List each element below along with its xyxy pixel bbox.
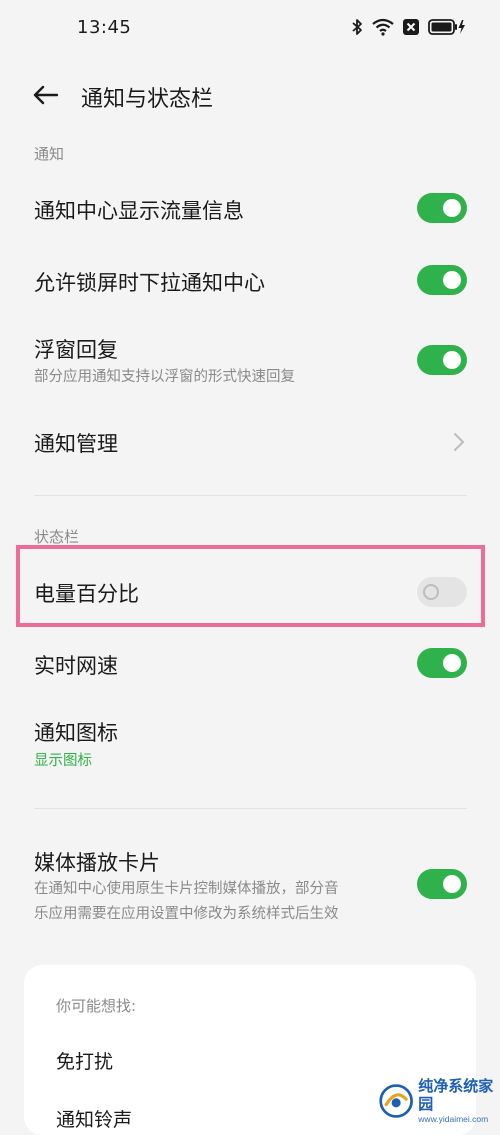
toggle-switch-on[interactable] xyxy=(417,648,467,678)
toggle-knob xyxy=(443,199,461,217)
toggle-knob xyxy=(443,351,461,369)
section-divider xyxy=(34,495,467,496)
suggestions-title: 你可能想找: xyxy=(56,997,137,1015)
no-sim-icon xyxy=(403,19,419,35)
setting-row-lockscreen-pulldown[interactable]: 允许锁屏时下拉通知中心 xyxy=(0,257,500,305)
setting-title: 允许锁屏时下拉通知中心 xyxy=(34,271,265,295)
setting-subtitle-line2: 乐应用需要在应用设置中修改为系统样式后生效 xyxy=(34,906,339,922)
watermark-url: www.yidaimei.com xyxy=(418,1114,489,1124)
battery-charging-icon xyxy=(428,19,466,35)
watermark-text: 纯净系统家园 www.yidaimei.com xyxy=(418,1078,500,1124)
highlight-annotation-box xyxy=(16,545,485,627)
suggestion-item-notification-ringtone[interactable]: 通知铃声 xyxy=(56,1105,132,1132)
setting-row-realtime-speed[interactable]: 实时网速 xyxy=(0,640,500,688)
setting-title: 浮窗回复 xyxy=(34,338,118,362)
watermark-name: 纯净系统家园 xyxy=(418,1078,494,1113)
toggle-switch-on[interactable] xyxy=(417,193,467,223)
setting-title: 媒体播放卡片 xyxy=(34,851,160,875)
watermark: 纯净系统家园 www.yidaimei.com xyxy=(378,1078,500,1124)
toggle-switch-on[interactable] xyxy=(417,265,467,295)
setting-row-traffic-info[interactable]: 通知中心显示流量信息 xyxy=(0,185,500,233)
status-icons xyxy=(352,18,466,36)
setting-title: 通知图标 xyxy=(34,721,118,745)
status-time: 13:45 xyxy=(77,17,132,38)
status-bar: 13:45 xyxy=(0,0,500,58)
bluetooth-icon xyxy=(352,18,363,36)
setting-subtitle-line1: 在通知中心使用原生卡片控制媒体播放，部分音 xyxy=(34,881,339,897)
section-label-status-bar: 状态栏 xyxy=(34,528,80,546)
toggle-switch-on[interactable] xyxy=(417,345,467,375)
setting-row-media-card[interactable]: 媒体播放卡片 在通知中心使用原生卡片控制媒体播放，部分音 乐应用需要在应用设置中… xyxy=(0,843,500,933)
header: 通知与状态栏 xyxy=(0,70,500,120)
toggle-knob xyxy=(443,271,461,289)
chevron-right-icon xyxy=(454,433,464,451)
toggle-switch-on[interactable] xyxy=(417,869,467,899)
section-label-notifications: 通知 xyxy=(34,145,65,163)
page-title: 通知与状态栏 xyxy=(81,87,214,112)
setting-subtitle: 部分应用通知支持以浮窗的形式快速回复 xyxy=(34,369,295,385)
setting-row-notification-management[interactable]: 通知管理 xyxy=(0,418,500,466)
setting-subtitle-value: 显示图标 xyxy=(34,753,92,769)
setting-title: 通知中心显示流量信息 xyxy=(34,199,244,223)
setting-title: 通知管理 xyxy=(34,432,118,456)
section-divider xyxy=(34,808,467,809)
suggestion-item-do-not-disturb[interactable]: 免打扰 xyxy=(56,1047,113,1074)
back-arrow-icon xyxy=(33,85,58,105)
toggle-knob xyxy=(443,875,461,893)
back-button[interactable] xyxy=(28,78,62,112)
setting-row-floating-reply[interactable]: 浮窗回复 部分应用通知支持以浮窗的形式快速回复 xyxy=(0,330,500,392)
wifi-icon xyxy=(372,18,394,36)
setting-row-notification-icons[interactable]: 通知图标 显示图标 xyxy=(0,712,500,774)
setting-title: 实时网速 xyxy=(34,654,118,678)
watermark-logo-icon xyxy=(379,1084,413,1118)
toggle-knob xyxy=(443,654,461,672)
